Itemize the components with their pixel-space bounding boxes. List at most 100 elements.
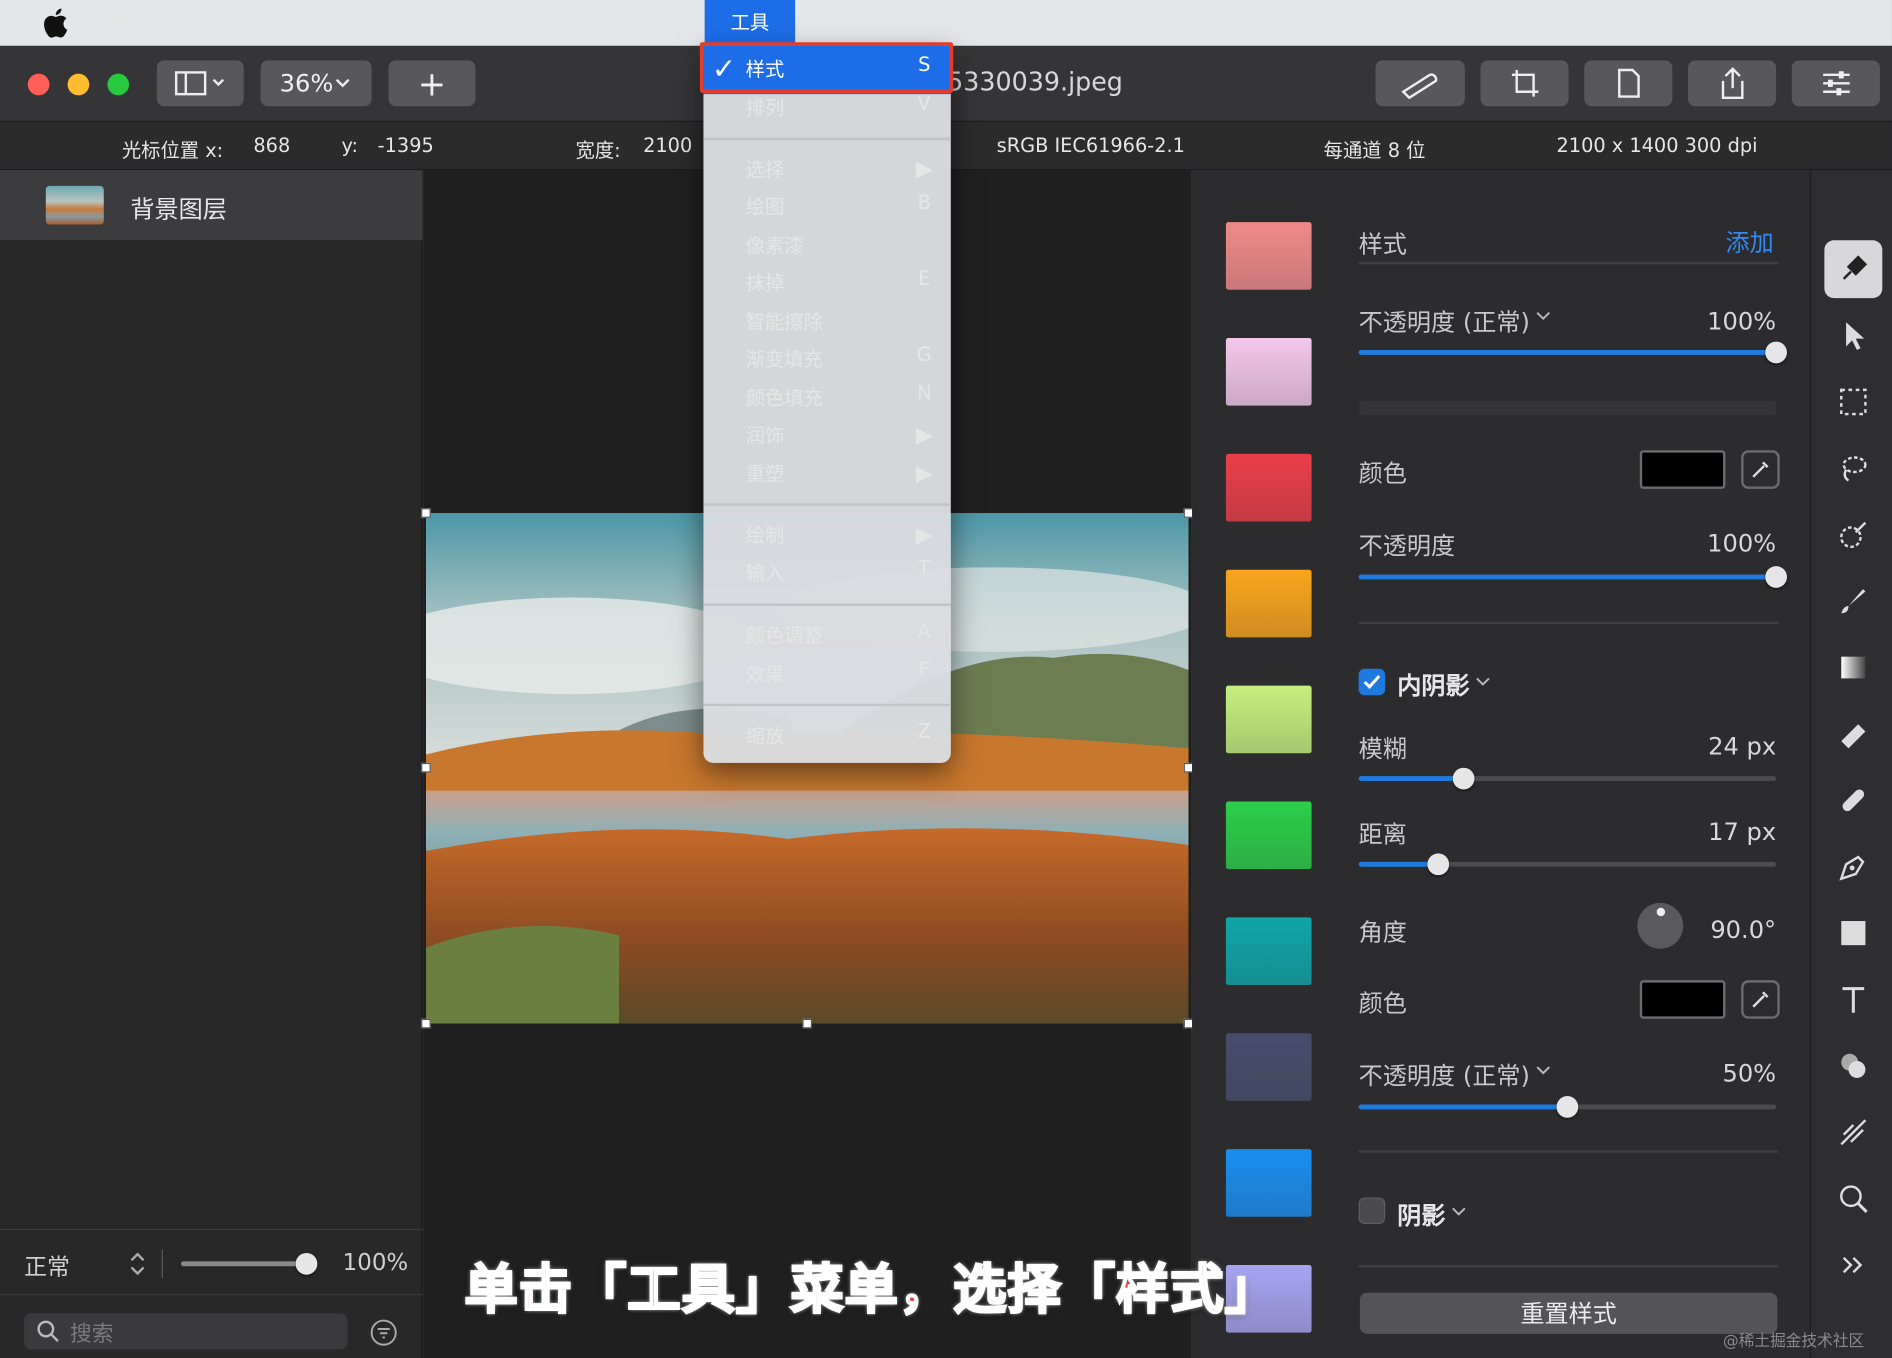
menu-format[interactable]: 格式 [816,0,855,46]
style-swatch[interactable] [1225,1033,1312,1101]
resize-handle[interactable] [421,508,431,518]
quick-select-tool-button[interactable] [1824,506,1882,564]
reset-style-button[interactable]: 重置样式 [1359,1292,1778,1334]
menu-edit[interactable]: 编辑 [440,0,479,46]
eraser-tool-button[interactable] [1824,705,1882,763]
menu-item-gradient[interactable]: 渐变填充 [746,343,823,372]
add-button[interactable]: + [388,60,476,107]
tools-button[interactable] [1375,60,1465,107]
distance-slider[interactable] [1358,861,1777,867]
resize-handle[interactable] [421,1018,431,1029]
shadow-opacity-knob[interactable] [1556,1096,1579,1118]
layers-panel [0,170,423,1358]
menu-tools[interactable]: 工具 [704,0,796,46]
close-window-button[interactable] [27,73,50,96]
more-tools-button[interactable] [1824,1236,1882,1294]
retouch-tool-button[interactable] [1824,771,1882,829]
layer-opacity-slider[interactable] [180,1261,314,1267]
menu-help[interactable]: 帮助 [1192,0,1231,46]
color-adjust-tool-button[interactable] [1824,1037,1882,1095]
zoom-tool-button[interactable] [1824,1170,1882,1228]
effects-tool-button[interactable] [1824,1103,1882,1161]
arrange-tool-button[interactable] [1824,307,1882,365]
menu-image[interactable]: 图像 [629,0,668,46]
shadow-checkbox[interactable] [1358,1197,1386,1224]
sidebar-toggle-button[interactable] [156,60,244,107]
menu-item-draw[interactable]: 绘制 [746,519,785,548]
collapsed-fill-row [1358,400,1777,416]
fill-opacity-knob[interactable] [1765,341,1787,364]
shadow-color-well[interactable] [1639,980,1726,1019]
pen-tool-button[interactable] [1824,838,1882,896]
menu-item-arrange[interactable]: 排列 [746,92,785,121]
menu-item-pixel[interactable]: 像素漆 [746,229,804,258]
paint-tool-button[interactable] [1824,572,1882,630]
shape-tool-button[interactable] [1824,904,1882,962]
style-swatch[interactable] [1225,453,1312,522]
shadow-eyedropper-button[interactable] [1741,980,1780,1019]
menu-item-type[interactable]: 输入 [746,556,785,585]
fill-opacity-label[interactable]: 不透明度 (正常) [1359,303,1530,338]
stroke-opacity-value: 100% [1707,528,1777,558]
select-tool-button[interactable] [1824,373,1882,431]
menu-item-color-fill[interactable]: 颜色填充 [746,381,823,410]
app-name-menu[interactable]: Pixelmator Pro [109,0,271,46]
menu-file[interactable]: 文件 [346,0,385,46]
zoom-dropdown[interactable]: 36% [260,60,372,107]
menu-item-paint[interactable]: 绘图 [746,191,785,220]
layer-opacity-knob[interactable] [295,1252,318,1275]
style-swatch[interactable] [1225,685,1312,754]
style-swatch[interactable] [1225,917,1312,985]
menu-item-smart-erase[interactable]: 智能擦除 [746,305,823,334]
fill-opacity-slider[interactable] [1358,350,1777,355]
style-swatch[interactable] [1225,801,1312,870]
menu-item-effects[interactable]: 效果 [746,658,785,687]
shadow-label[interactable]: 阴影 [1397,1196,1445,1231]
menu-item-distort[interactable]: 重塑 [746,457,785,486]
adjust-button[interactable] [1791,60,1880,107]
resize-handle[interactable] [421,762,431,773]
blend-mode-select[interactable]: 正常 [24,1249,70,1282]
stroke-color-well[interactable] [1639,450,1726,489]
chevron-down-icon [1452,1207,1466,1216]
menu-view[interactable]: 查看 [1004,0,1043,46]
blur-slider[interactable] [1358,776,1777,781]
menu-item-select[interactable]: 选择 [746,153,785,182]
stroke-opacity-knob[interactable] [1765,566,1787,588]
style-section-title: 样式 [1358,229,1407,259]
add-style-link[interactable]: 添加 [1725,223,1773,258]
blur-knob[interactable] [1452,767,1474,790]
style-swatch[interactable] [1225,337,1312,406]
menu-arrange[interactable]: 排列 [910,0,949,46]
shadow-opacity-label[interactable]: 不透明度 (正常) [1359,1056,1530,1091]
zoom-window-button[interactable] [107,73,130,96]
style-swatch[interactable] [1225,569,1312,638]
menu-insert[interactable]: 插入 [535,0,574,46]
gradient-tool-button[interactable] [1824,639,1882,697]
menu-item-color-adjust[interactable]: 颜色调整 [746,619,823,648]
menu-item-erase[interactable]: 抹掉 [746,267,785,296]
shortcut-key: T [918,556,931,580]
apple-icon[interactable] [40,7,69,38]
stroke-eyedropper-button[interactable] [1741,450,1780,489]
menu-item-retouch[interactable]: 润饰 [746,419,785,448]
style-swatch[interactable] [1225,1149,1312,1217]
filter-icon[interactable] [369,1318,398,1347]
style-swatch[interactable] [1225,222,1312,290]
distance-label: 距离 [1358,819,1407,849]
distance-knob[interactable] [1427,853,1449,876]
type-tool-button[interactable] [1824,971,1882,1029]
style-tool-button[interactable] [1824,240,1883,299]
menu-window[interactable]: 窗口 [1098,0,1137,46]
minimize-window-button[interactable] [67,73,90,96]
menu-item-zoom[interactable]: 缩放 [746,719,785,748]
crop-button[interactable] [1480,60,1569,107]
stroke-opacity-slider[interactable] [1358,574,1777,580]
inner-shadow-checkbox[interactable] [1358,668,1386,696]
inner-shadow-label[interactable]: 内阴影 [1397,666,1469,701]
lasso-tool-button[interactable] [1824,439,1882,497]
share-button[interactable] [1688,60,1777,107]
resize-handle[interactable] [802,1018,813,1029]
effects-icon [1840,1119,1867,1146]
document-button[interactable] [1584,60,1673,107]
